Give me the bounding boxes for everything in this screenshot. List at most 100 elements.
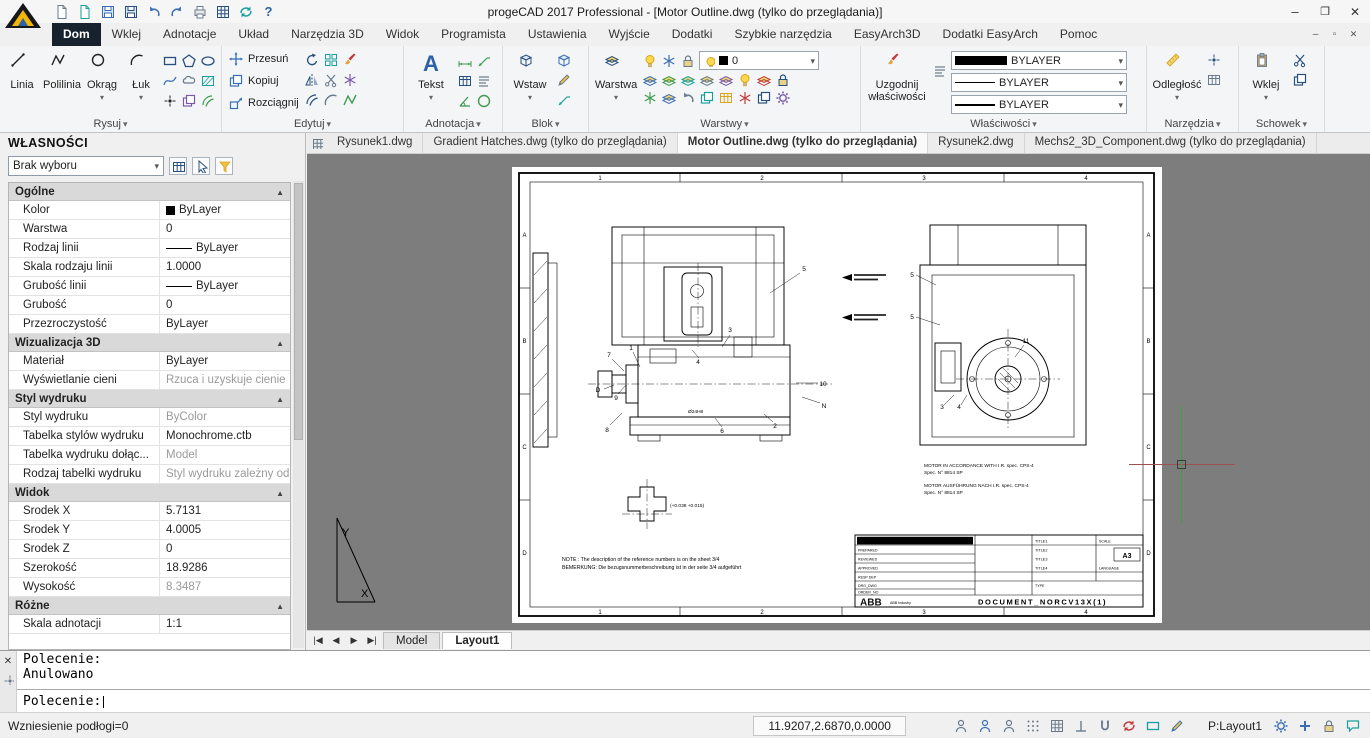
properties-table-icon[interactable] — [169, 157, 187, 175]
doc-tab-mechs2[interactable]: Mechs2_3D_Component.dwg (tylko do przegl… — [1025, 133, 1317, 153]
join-icon[interactable] — [342, 92, 358, 108]
layer-lock-icon[interactable] — [680, 53, 696, 69]
mirror-icon[interactable] — [304, 72, 320, 88]
feedback-icon[interactable] — [1344, 717, 1362, 735]
prop-value[interactable]: 0 — [159, 296, 290, 314]
panel-label-clipboard[interactable]: Schowek — [1239, 118, 1324, 132]
panel-label-draw[interactable]: Rysuj — [0, 118, 221, 132]
prop-value[interactable]: ByLayer — [159, 315, 290, 333]
lwt-icon[interactable] — [1120, 717, 1138, 735]
last-layout-button[interactable] — [363, 635, 381, 646]
point-icon[interactable] — [162, 93, 178, 109]
line-button[interactable]: Linia — [4, 49, 40, 91]
coordinates-readout[interactable]: 11.9207,2.6870,0.0000 — [753, 716, 906, 736]
tab-narzedzia-3d[interactable]: Narzędzia 3D — [280, 23, 375, 46]
table-icon[interactable] — [457, 73, 473, 89]
layer-match-icon[interactable] — [680, 72, 696, 88]
offset-icon[interactable] — [304, 92, 320, 108]
drawing-list-icon[interactable] — [307, 133, 327, 153]
panel-label-layers[interactable]: Warstwy — [589, 118, 860, 132]
polyline-button[interactable]: Polilinia — [43, 49, 81, 91]
properties-list-icon[interactable] — [932, 63, 948, 79]
prop-value[interactable]: 18.9286 — [159, 559, 290, 577]
fillet-icon[interactable] — [323, 92, 339, 108]
attributes-icon[interactable] — [556, 92, 572, 108]
previous-layout-button[interactable] — [327, 635, 345, 646]
tab-wklej[interactable]: Wklej — [101, 23, 152, 46]
quick-calc-icon[interactable] — [1206, 72, 1222, 88]
prop-value[interactable]: 5.7131 — [159, 502, 290, 520]
prop-value[interactable]: 0 — [159, 540, 290, 558]
doc-tab-rysunek1[interactable]: Rysunek1.dwg — [327, 133, 423, 153]
erase-icon[interactable] — [342, 52, 358, 68]
drawing-canvas[interactable]: 1 2 3 4 1 2 3 4 A B C D A B C D — [307, 154, 1370, 630]
regen-icon[interactable] — [236, 2, 255, 21]
radius-dimension-icon[interactable] — [476, 93, 492, 109]
add-workspace-icon[interactable] — [1296, 717, 1314, 735]
prop-value[interactable]: 1.0000 — [159, 258, 290, 276]
print-icon[interactable] — [190, 2, 209, 21]
circle-button[interactable]: Okrąg — [84, 49, 120, 104]
match-properties-button[interactable]: Uzgodnij właściwości — [865, 49, 929, 103]
layer-manager-button[interactable]: Warstwa — [593, 49, 639, 104]
mtext-icon[interactable] — [476, 73, 492, 89]
layer-freeze-tool-icon[interactable] — [718, 72, 734, 88]
osnap-icon[interactable] — [1096, 717, 1114, 735]
settings-gear-icon[interactable] — [1272, 717, 1290, 735]
etrack-icon[interactable] — [976, 717, 994, 735]
revision-cloud-icon[interactable] — [181, 73, 197, 89]
layer-previous-icon[interactable] — [680, 90, 696, 106]
move-button[interactable]: Przesuń — [226, 49, 301, 69]
tab-programista[interactable]: Programista — [430, 23, 517, 46]
section-3d-visualization[interactable]: Wizualizacja 3D — [9, 334, 290, 352]
id-point-icon[interactable] — [1206, 52, 1222, 68]
polygon-icon[interactable] — [181, 53, 197, 69]
panel-label-tools[interactable]: Narzędzia — [1147, 118, 1238, 132]
paper-sheet[interactable]: 1 2 3 4 1 2 3 4 A B C D A B C D — [512, 167, 1162, 623]
explode-icon[interactable] — [342, 72, 358, 88]
redo-icon[interactable] — [167, 2, 186, 21]
layer-current-icon[interactable] — [661, 90, 677, 106]
prop-value[interactable]: Styl wydruku zależny od... — [159, 465, 290, 483]
command-text-area[interactable]: Polecenie: Anulowano Polecenie: — [17, 651, 1370, 712]
tab-ustawienia[interactable]: Ustawienia — [517, 23, 598, 46]
polar-tracking-icon[interactable] — [1000, 717, 1018, 735]
tab-wyjscie[interactable]: Wyjście — [598, 23, 661, 46]
layer-on-icon[interactable] — [642, 53, 658, 69]
save-icon[interactable] — [98, 2, 117, 21]
command-prompt[interactable]: Polecenie: — [23, 694, 1364, 709]
layer-states-icon[interactable] — [718, 90, 734, 106]
layer-walk-icon[interactable] — [699, 72, 715, 88]
layer-isolate-icon[interactable] — [642, 72, 658, 88]
prop-value[interactable]: ByLayer — [159, 201, 290, 219]
tab-szybkie-narzedzia[interactable]: Szybkie narzędzia — [723, 23, 842, 46]
collapse-icon[interactable] — [276, 186, 284, 198]
doc-tab-rysunek2[interactable]: Rysunek2.dwg — [928, 133, 1024, 153]
prop-value[interactable]: Rzuca i uzyskuje cienie — [159, 371, 290, 389]
layer-delete-icon[interactable] — [756, 72, 772, 88]
new-file-icon[interactable] — [52, 2, 71, 21]
paste-button[interactable]: Wklej — [1243, 49, 1289, 104]
doc-tab-motor-outline[interactable]: Motor Outline.dwg (tylko do przeglądania… — [678, 133, 928, 153]
panel-label-properties[interactable]: Właściwości — [861, 118, 1146, 132]
selection-dropdown[interactable]: Brak wyboru — [8, 156, 164, 176]
prop-value[interactable]: 8.3487 — [159, 578, 290, 596]
section-general[interactable]: Ogólne — [9, 183, 290, 201]
layer-off-icon[interactable] — [737, 72, 753, 88]
hatch-icon[interactable] — [200, 73, 216, 89]
grid-icon[interactable] — [1048, 717, 1066, 735]
panel-label-annotation[interactable]: Adnotacja — [404, 118, 502, 132]
doc-tab-gradient-hatches[interactable]: Gradient Hatches.dwg (tylko do przegląda… — [423, 133, 677, 153]
linear-dimension-icon[interactable] — [457, 53, 473, 69]
text-button[interactable]: ATekst — [408, 49, 454, 104]
distance-button[interactable]: Odległość — [1151, 49, 1203, 104]
array-icon[interactable] — [323, 52, 339, 68]
save-as-icon[interactable] — [121, 2, 140, 21]
section-view[interactable]: Widok — [9, 484, 290, 502]
collapse-icon[interactable] — [276, 487, 284, 499]
linetype-select[interactable]: BYLAYER — [951, 73, 1127, 92]
section-misc[interactable]: Różne — [9, 597, 290, 615]
angular-dimension-icon[interactable] — [457, 93, 473, 109]
prop-value[interactable]: 4.0005 — [159, 521, 290, 539]
collapse-icon[interactable] — [276, 337, 284, 349]
